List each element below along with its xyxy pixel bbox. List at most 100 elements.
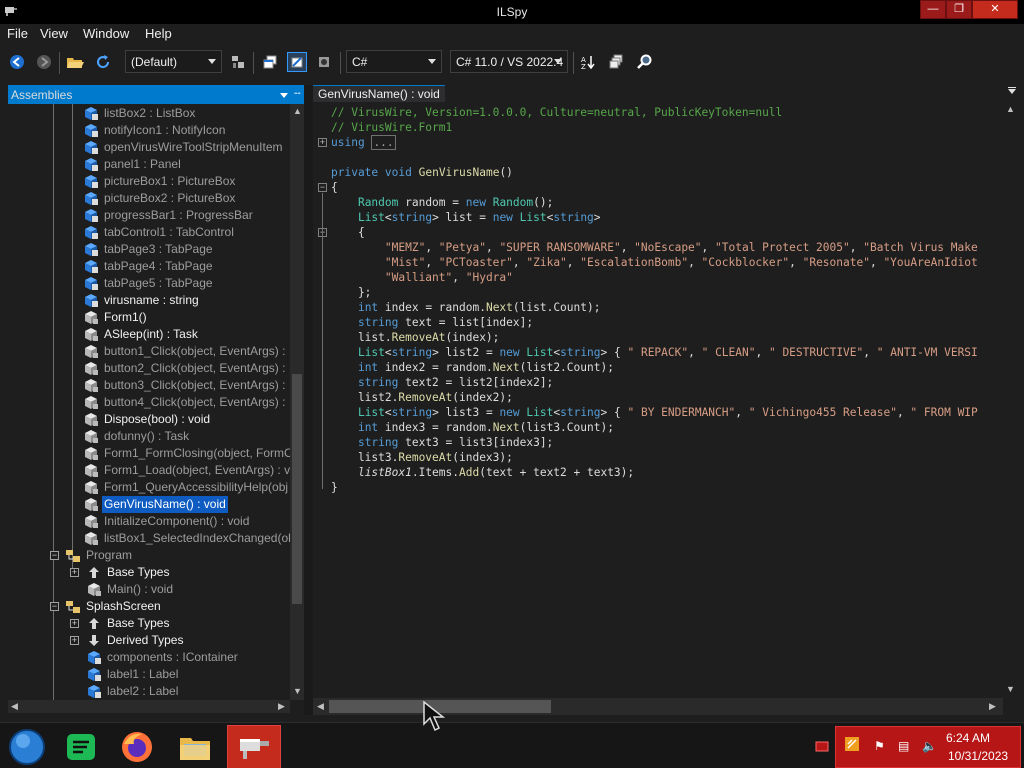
code-token: // VirusWire, Version=1.0.0.0, Culture=n… (331, 106, 783, 119)
tab-genvirusname[interactable]: GenVirusName() : void (313, 85, 445, 102)
scroll-down-icon[interactable]: ▼ (1006, 684, 1015, 694)
code-line[interactable]: { (331, 180, 978, 195)
sort-button[interactable]: AZ (578, 52, 598, 72)
show-compiler-generated-button[interactable] (314, 52, 334, 72)
open-button[interactable] (65, 52, 85, 72)
search-button[interactable] (634, 52, 654, 72)
editor-horizontal-scrollbar[interactable]: ◀ ▶ (313, 698, 1003, 715)
pin-icon[interactable]: ╌ (294, 87, 301, 100)
show-all-types-button[interactable] (260, 52, 280, 72)
menu-file[interactable]: File (7, 26, 28, 41)
collapse-toggle[interactable]: − (50, 551, 59, 560)
manage-lists-button[interactable] (228, 52, 248, 72)
minimize-button[interactable]: — (920, 0, 946, 19)
volume-icon[interactable]: 🔈 (922, 739, 937, 753)
code-editor[interactable]: +−− // VirusWire, Version=1.0.0.0, Cultu… (313, 102, 1003, 698)
expand-toggle[interactable]: + (70, 619, 79, 628)
show-public-only-toggle[interactable] (287, 52, 307, 72)
code-line[interactable] (331, 150, 978, 165)
menu-window[interactable]: Window (83, 26, 129, 41)
collapse-all-button[interactable] (606, 52, 626, 72)
code-line[interactable]: private void GenVirusName() (331, 165, 978, 180)
taskbar-firefox[interactable] (110, 725, 164, 768)
code-line[interactable]: "Mist", "PCToaster", "Zika", "Escalation… (331, 255, 978, 270)
code-line[interactable]: "MEMZ", "Petya", "SUPER RANSOMWARE", "No… (331, 240, 978, 255)
code-token: string (391, 211, 433, 224)
assembly-tree[interactable]: listBox2 : ListBox notifyIcon1 : NotifyIc… (8, 104, 290, 700)
menu-help[interactable]: Help (145, 26, 172, 41)
tree-horizontal-scrollbar[interactable]: ◀ ▶ (8, 700, 290, 713)
scroll-up-icon[interactable]: ▲ (293, 106, 302, 116)
action-center-flag-icon[interactable]: ⚑ (874, 739, 885, 753)
code-line[interactable]: using ... (331, 135, 978, 150)
taskbar-notepad[interactable] (54, 725, 108, 768)
chevron-down-icon[interactable] (1008, 89, 1016, 94)
code-line[interactable]: string text3 = list3[index3]; (331, 435, 978, 450)
expand-toggle[interactable]: + (70, 568, 79, 577)
scroll-left-icon[interactable]: ◀ (317, 701, 324, 712)
code-line[interactable]: { (331, 225, 978, 240)
code-line[interactable]: int index3 = random.Next(list3.Count); (331, 420, 978, 435)
tree-node-label: label1 : Label (107, 667, 179, 681)
code-line[interactable]: listBox1.Items.Add(text + text2 + text3)… (331, 465, 978, 480)
restore-button[interactable]: ❐ (946, 0, 972, 19)
code-token: () (499, 166, 513, 179)
toolbar-separator (253, 52, 254, 74)
language-version-select[interactable]: C# 11.0 / VS 2022.4 (450, 50, 568, 73)
tab-list-icon[interactable] (1008, 87, 1016, 88)
code-line[interactable]: // VirusWire.Form1 (331, 120, 978, 135)
editor-vertical-scrollbar[interactable]: ▲ ▼ (1003, 102, 1017, 698)
collapse-region-toggle[interactable]: − (318, 183, 327, 192)
show-hidden-icons-icon[interactable] (815, 740, 829, 752)
code-line[interactable]: // VirusWire, Version=1.0.0.0, Culture=n… (331, 105, 978, 120)
code-line[interactable]: List<string> list3 = new List<string> { … (331, 405, 978, 420)
taskbar: ⚑ ▤ 🔈 6:24 AM 10/31/2023 (0, 722, 1024, 768)
code-line[interactable]: list.RemoveAt(index); (331, 330, 978, 345)
code-line[interactable]: int index = random.Next(list.Count); (331, 300, 978, 315)
tray-app-icon[interactable] (844, 736, 860, 755)
code-line[interactable]: } (331, 480, 978, 495)
start-button[interactable] (0, 725, 54, 768)
scroll-left-icon[interactable]: ◀ (11, 701, 18, 712)
clock-date[interactable]: 10/31/2023 (948, 749, 1008, 763)
chevron-down-icon[interactable] (280, 93, 288, 98)
code-line[interactable]: string text = list[index]; (331, 315, 978, 330)
taskbar-ilspy[interactable] (227, 725, 281, 768)
code-line[interactable]: }; (331, 285, 978, 300)
collapse-toggle[interactable]: − (50, 602, 59, 611)
clock-time[interactable]: 6:24 AM (946, 731, 990, 745)
tree-vertical-scrollbar[interactable]: ▲ ▼ (290, 104, 304, 700)
collapsed-region[interactable]: ... (371, 135, 396, 150)
menu-view[interactable]: View (40, 26, 68, 41)
code-line[interactable]: List<string> list = new List<string> (331, 210, 978, 225)
scroll-up-icon[interactable]: ▲ (1006, 104, 1015, 114)
panel-splitter[interactable] (304, 85, 313, 715)
forward-button[interactable] (34, 52, 54, 72)
code-token: > list = (432, 211, 493, 224)
scroll-right-icon[interactable]: ▶ (278, 701, 285, 712)
code-line[interactable]: string text2 = list2[index2]; (331, 375, 978, 390)
scroll-thumb[interactable] (292, 374, 302, 604)
tree-node-label: InitializeComponent() : void (104, 514, 250, 528)
code-line[interactable]: list2.RemoveAt(index2); (331, 390, 978, 405)
back-button[interactable] (7, 52, 27, 72)
tree-node-label: Base Types (107, 565, 170, 579)
expand-region-toggle[interactable]: + (318, 138, 327, 147)
code-line[interactable]: List<string> list2 = new List<string> { … (331, 345, 978, 360)
scroll-down-icon[interactable]: ▼ (293, 686, 302, 696)
decompiled-code[interactable]: // VirusWire, Version=1.0.0.0, Culture=n… (331, 105, 978, 495)
tree-node-label: Program (86, 548, 133, 562)
code-line[interactable]: int index2 = random.Next(list2.Count); (331, 360, 978, 375)
taskbar-file-explorer[interactable] (168, 725, 222, 768)
reload-button[interactable] (93, 52, 113, 72)
code-line[interactable]: "Walliant", "Hydra" (331, 270, 978, 285)
language-select[interactable]: C# (346, 50, 442, 73)
close-button[interactable]: ✕ (972, 0, 1018, 19)
expand-toggle[interactable]: + (70, 636, 79, 645)
scroll-right-icon[interactable]: ▶ (989, 701, 996, 712)
profile-select[interactable]: (Default) (125, 50, 222, 73)
code-line[interactable]: Random random = new Random(); (331, 195, 978, 210)
network-icon[interactable]: ▤ (898, 739, 909, 753)
tree-node-label: dofunny() : Task (104, 429, 190, 443)
code-line[interactable]: list3.RemoveAt(index3); (331, 450, 978, 465)
